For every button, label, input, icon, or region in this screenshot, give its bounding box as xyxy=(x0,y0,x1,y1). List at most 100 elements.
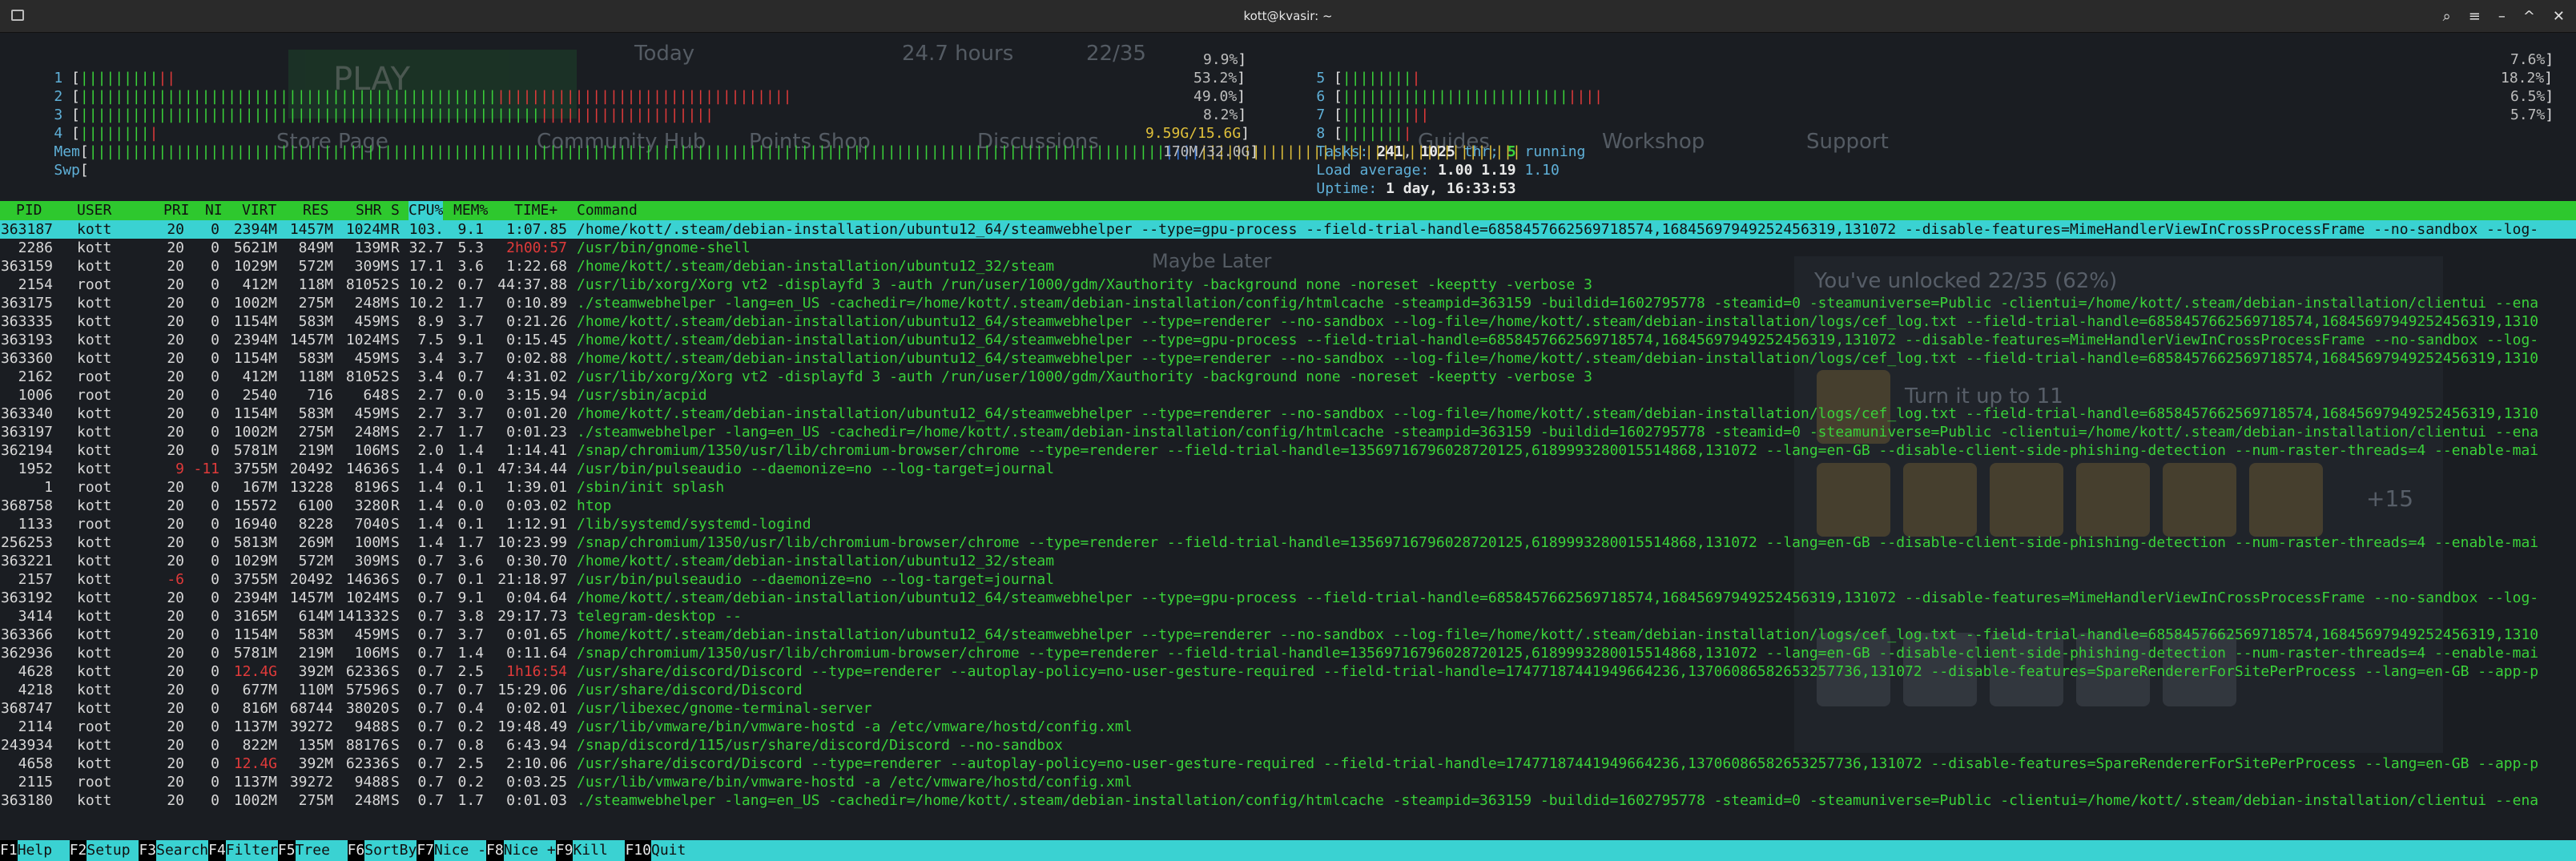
col-user[interactable]: USER xyxy=(77,201,111,220)
fkey-setup[interactable]: F2 Setup xyxy=(69,840,139,861)
fkey-tree[interactable]: F5 Tree xyxy=(277,840,348,861)
table-row-selected[interactable]: 363187 kott 20 0 2394M 1457M 1024M R 103. 9.1 1:07… xyxy=(0,220,2576,239)
cell-shr: 14636 xyxy=(345,571,389,588)
fkey-bar-fill xyxy=(703,840,2576,861)
cell-cpu: 0.7 xyxy=(417,774,444,791)
cell-virt: 2394M xyxy=(233,332,277,348)
col-virt[interactable]: VIRT xyxy=(242,201,276,220)
cell-time: 19:48.49 xyxy=(497,718,567,735)
col-shr[interactable]: SHR xyxy=(356,201,382,220)
cell-time: 2h00:57 xyxy=(506,239,567,256)
fkey-key: F2 xyxy=(69,840,87,861)
table-row[interactable]: 4628 kott 20 0 12.4G 392M 62336 S 0.7 2.5 1h16:54 /… xyxy=(0,662,2576,681)
cell-command: /home/kott/.steam/debian-installation/ub… xyxy=(577,553,1055,569)
minimize-icon[interactable]: – xyxy=(2498,8,2506,25)
col-mem[interactable]: MEM% xyxy=(453,201,488,220)
table-row[interactable]: 363340 kott 20 0 1154M 583M 459M S 2.7 3.7 0:01.20… xyxy=(0,404,2576,423)
table-row[interactable]: 2114 root 20 0 1137M 39272 9488 S 0.7 0.2 19:48.49… xyxy=(0,718,2576,736)
search-icon[interactable]: ⌕ xyxy=(2443,8,2451,25)
table-row[interactable]: 2157 kott -6 0 3755M 20492 14636 S 0.7 0.1 21:18.9… xyxy=(0,570,2576,589)
cell-virt: 2394M xyxy=(233,221,277,238)
table-row[interactable]: 363335 kott 20 0 1154M 583M 459M S 8.9 3.7 0:21.26… xyxy=(0,312,2576,331)
cell-pri: 20 xyxy=(167,737,184,754)
cell-s: S xyxy=(391,516,400,533)
close-icon[interactable]: ✕ xyxy=(2553,8,2565,25)
fkey-quit[interactable]: F10 Quit xyxy=(625,840,704,861)
fkey-help[interactable]: F1 Help xyxy=(0,840,70,861)
cell-pri: 20 xyxy=(167,645,184,662)
table-row[interactable]: 363360 kott 20 0 1154M 583M 459M S 3.4 3.7 0:02.88… xyxy=(0,349,2576,368)
cell-ni: 0 xyxy=(211,571,219,588)
cell-pid: 363175 xyxy=(0,295,53,312)
fkey-kill[interactable]: F9 Kill xyxy=(555,840,626,861)
col-time[interactable]: TIME+ xyxy=(514,201,557,220)
col-pid[interactable]: PID xyxy=(16,201,42,220)
table-row[interactable]: 368747 kott 20 0 816M 68744 38020 S 0.7 0.4 0:02.0… xyxy=(0,699,2576,718)
table-row[interactable]: 2162 root 20 0 412M 118M 81052 S 3.4 0.7 4:31.02/u… xyxy=(0,368,2576,386)
cell-time: 0:01.20 xyxy=(506,405,567,422)
table-row[interactable]: 363180 kott 20 0 1002M 275M 248M S 0.7 1.7 0:01.03… xyxy=(0,791,2576,810)
table-row[interactable]: 1952 kott 9 -11 3755M 20492 14636 S 1.4 0.1 47:34.… xyxy=(0,460,2576,478)
table-row[interactable]: 1006 root 20 0 2540 716 648 S 2.7 0.0 3:15.94/usr/… xyxy=(0,386,2576,404)
cell-user: kott xyxy=(77,608,112,625)
col-state[interactable]: S xyxy=(391,201,400,220)
col-pri[interactable]: PRI xyxy=(163,201,190,220)
cell-time: 2:10.06 xyxy=(506,755,567,772)
col-ni[interactable]: NI xyxy=(205,201,223,220)
table-row[interactable]: 362936 kott 20 0 5781M 219M 106M S 0.7 1.4 0:11.64… xyxy=(0,644,2576,662)
cell-cpu: 0.7 xyxy=(417,718,444,735)
cell-user: kott xyxy=(77,258,112,275)
fkey-nice[interactable]: F8 Nice + xyxy=(486,840,556,861)
fkey-sortby[interactable]: F6 SortBy xyxy=(347,840,417,861)
fkey-key: F6 xyxy=(347,840,365,861)
cell-time: 1:22.68 xyxy=(506,258,567,275)
table-row[interactable]: 4658 kott 20 0 12.4G 392M 62336 S 0.7 2.5 2:10.06 /… xyxy=(0,754,2576,773)
cpu-meter-5: 5 [||||||||| xyxy=(1316,70,1421,87)
table-row[interactable]: 4218 kott 20 0 677M 110M 57596 S 0.7 0.7 15:29.06 /… xyxy=(0,681,2576,699)
table-row[interactable]: 1133 root 20 0 16940 8228 7040 S 1.4 0.1 1:12.91/l… xyxy=(0,515,2576,533)
table-row[interactable]: 363197 kott 20 0 1002M 275M 248M S 2.7 1.7 0:01.23… xyxy=(0,423,2576,441)
table-row[interactable]: 256253 kott 20 0 5813M 269M 100M S 1.4 1.7 10:23.9… xyxy=(0,533,2576,552)
table-row[interactable]: 243934 kott 20 0 822M 135M 88176 S 0.7 0.8 6:43.94… xyxy=(0,736,2576,754)
cell-user: kott xyxy=(77,332,112,348)
table-row[interactable]: 362194 kott 20 0 5781M 219M 106M S 2.0 1.4 1:14.41… xyxy=(0,441,2576,460)
table-row[interactable]: 363159 kott 20 0 1029M 572M 309M S 17.1 3.6 1:22.6… xyxy=(0,257,2576,276)
cell-virt: 816M xyxy=(242,700,277,717)
table-row[interactable]: 363192 kott 20 0 2394M 1457M 1024M S 0.7 9.1 0:04.… xyxy=(0,589,2576,607)
cell-pri: 9 xyxy=(175,461,184,477)
cell-cpu: 0.7 xyxy=(417,645,444,662)
cell-s: S xyxy=(391,461,400,477)
cell-user: root xyxy=(77,368,112,385)
cell-shr: 7040 xyxy=(354,516,389,533)
cell-res: 392M xyxy=(298,755,333,772)
cell-command: ./steamwebhelper -lang=en_US -cachedir=/… xyxy=(577,792,2539,809)
hamburger-menu-icon[interactable]: ≡ xyxy=(2469,8,2481,25)
table-row[interactable]: 363366 kott 20 0 1154M 583M 459M S 0.7 3.7 0:01.65… xyxy=(0,626,2576,644)
table-row[interactable]: 363175 kott 20 0 1002M 275M 248M S 10.2 1.7 0:10.8… xyxy=(0,294,2576,312)
table-row[interactable]: 1 root 20 0 167M 13228 8196 S 1.4 0.1 1:39.01/sbin… xyxy=(0,478,2576,497)
cell-res: 392M xyxy=(298,663,333,680)
table-row[interactable]: 2286 kott 20 0 5621M 849M 139M R 32.7 5.3 2h00:57 /… xyxy=(0,239,2576,257)
cell-user: kott xyxy=(77,350,112,367)
fkey-nice[interactable]: F7 Nice - xyxy=(417,840,487,861)
cell-virt: 5621M xyxy=(233,239,277,256)
cell-command: /usr/libexec/gnome-terminal-server xyxy=(577,700,872,717)
cell-res: 219M xyxy=(298,645,333,662)
col-command[interactable]: Command xyxy=(577,201,638,220)
table-row[interactable]: 363193 kott 20 0 2394M 1457M 1024M S 7.5 9.1 0:15.… xyxy=(0,331,2576,349)
col-cpu-sorted[interactable]: CPU% xyxy=(409,201,444,220)
table-row[interactable]: 2154 root 20 0 412M 118M 81052 S 10.2 0.7 44:37.88… xyxy=(0,276,2576,294)
col-res[interactable]: RES xyxy=(303,201,329,220)
fkey-search[interactable]: F3 Search xyxy=(139,840,209,861)
cell-cpu: 0.7 xyxy=(417,553,444,569)
cell-pri: 20 xyxy=(167,405,184,422)
table-row[interactable]: 368758 kott 20 0 15572 6100 3280 R 1.4 0.0 0:03.02… xyxy=(0,497,2576,515)
maximize-icon[interactable]: ^ xyxy=(2523,8,2535,25)
table-row[interactable]: 3414 kott 20 0 3165M 614M 141332 S 0.7 3.8 29:17.7… xyxy=(0,607,2576,626)
cell-pid: 2157 xyxy=(18,571,53,588)
fkey-label: Quit xyxy=(650,840,704,861)
htop-terminal[interactable]: 1 [||||||||||| 9.9%] 2 [||||||||||||||||… xyxy=(0,32,2576,861)
table-row[interactable]: 2115 root 20 0 1137M 39272 9488 S 0.7 0.2 0:03.25 /… xyxy=(0,773,2576,791)
table-row[interactable]: 363221 kott 20 0 1029M 572M 309M S 0.7 3.6 0:30.70… xyxy=(0,552,2576,570)
fkey-filter[interactable]: F4 Filter xyxy=(208,840,278,861)
